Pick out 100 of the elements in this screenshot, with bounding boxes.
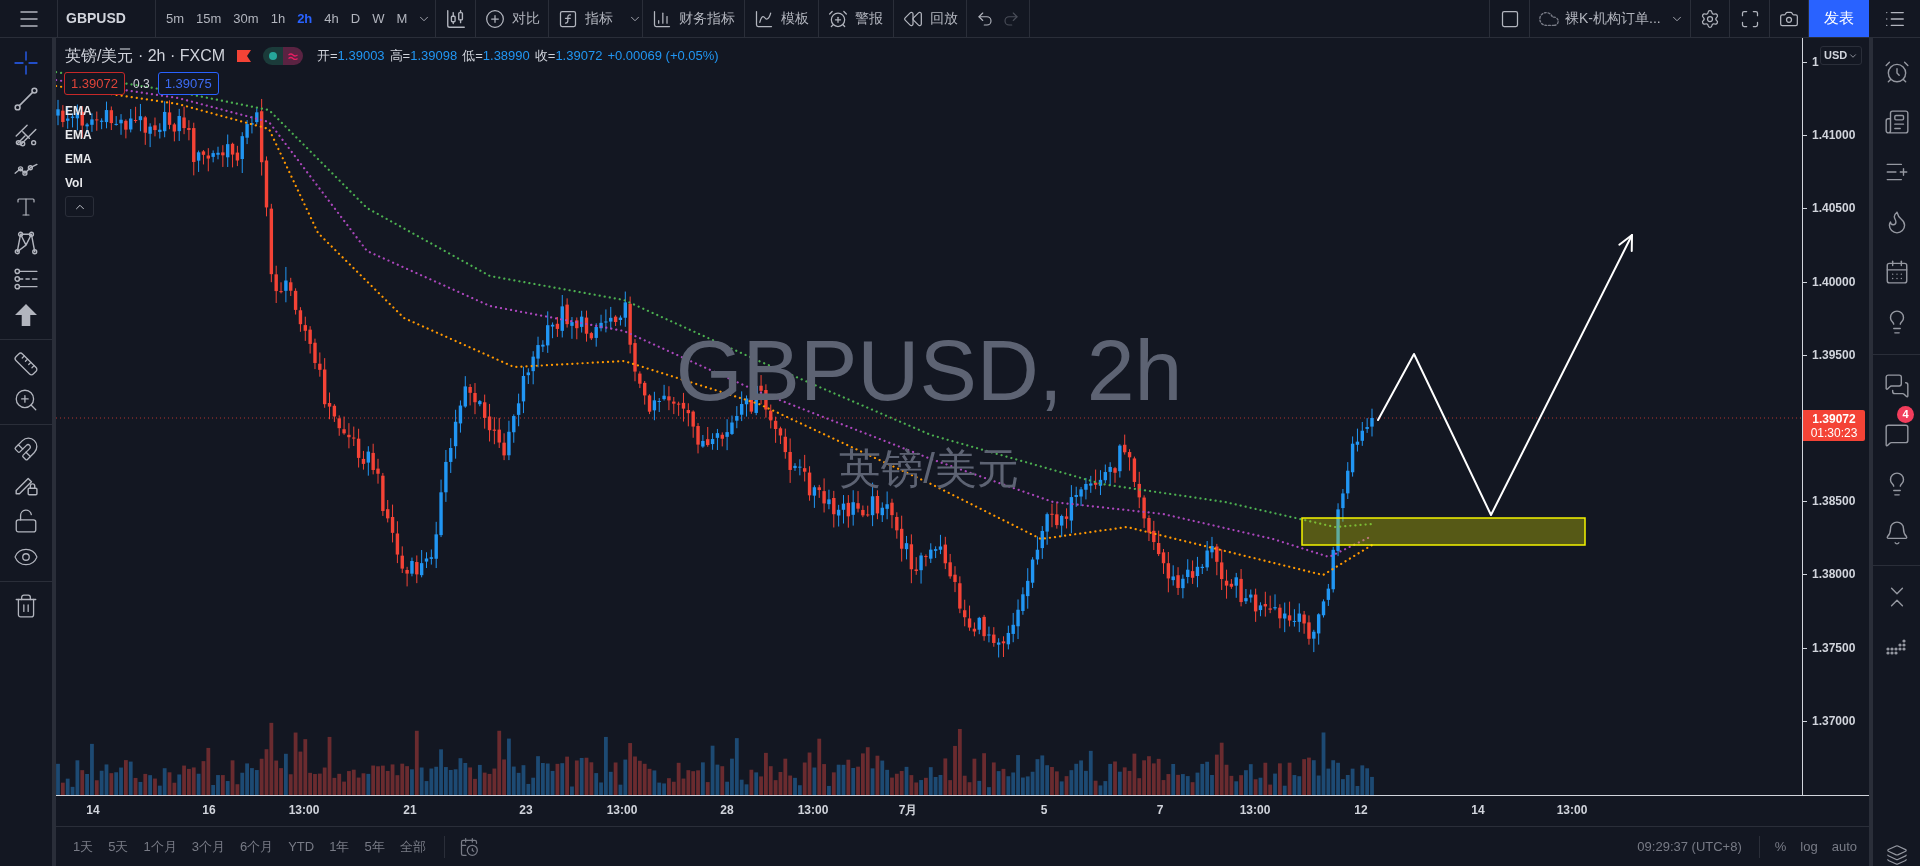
spread-value: 0.3 xyxy=(133,75,150,93)
time-tick-label: 13:00 xyxy=(288,803,320,817)
select-button[interactable] xyxy=(1499,8,1520,29)
time-tick-label: 14 xyxy=(86,803,100,817)
time-tick-label: 13:00 xyxy=(1556,803,1588,817)
time-tick-label: 16 xyxy=(202,803,216,817)
alarm-clock-icon xyxy=(1883,59,1910,85)
time-tick-label: 13:00 xyxy=(1239,803,1271,817)
range-button[interactable]: YTD xyxy=(281,836,322,857)
toolbar-button[interactable]: 模板 xyxy=(745,0,819,37)
go-to-date-button[interactable] xyxy=(458,836,479,857)
notification-badge: 4 xyxy=(1897,406,1914,423)
layers-icon xyxy=(1885,844,1908,866)
last-price: 1.39072 xyxy=(1812,411,1856,426)
symbol-button[interactable]: GBPUSD xyxy=(66,8,126,29)
plus-circle-icon xyxy=(485,8,505,29)
scale-option-button[interactable]: auto xyxy=(1824,836,1864,857)
time-tick-label: 21 xyxy=(403,803,417,817)
time-tick-label: 28 xyxy=(720,803,734,817)
flag-icon xyxy=(237,50,251,62)
levels-icon xyxy=(14,267,38,291)
interval-tab[interactable]: W xyxy=(366,8,391,29)
clock-text: 09:29:37 (UTC+8) xyxy=(1637,837,1742,856)
interval-tab[interactable]: M xyxy=(390,8,414,29)
range-button[interactable]: 1个月 xyxy=(136,836,184,857)
undo-icon xyxy=(976,9,994,28)
history-button[interactable] xyxy=(976,9,994,28)
indicator-label: EMA xyxy=(65,151,92,168)
range-button[interactable]: 5天 xyxy=(101,836,136,857)
interval-tab[interactable]: 1h xyxy=(264,8,292,29)
layout-button[interactable]: 裸K-机构订单... xyxy=(1530,0,1691,37)
ohlc-label: 开= xyxy=(317,47,338,66)
unlock-icon xyxy=(13,508,39,534)
interval-tab[interactable]: 4h xyxy=(318,8,345,29)
time-tick-label: 13:00 xyxy=(606,803,638,817)
toolbar-button[interactable]: 财务指标 xyxy=(643,0,745,37)
price-tick-label: 1.37000 xyxy=(1812,714,1856,728)
symbol-title: 英镑/美元 · 2h · FXCM xyxy=(65,46,225,66)
price-tick-label: 1.40500 xyxy=(1812,201,1856,215)
range-button[interactable]: 1天 xyxy=(66,836,101,857)
sell-price-button[interactable]: 1.39072 xyxy=(64,72,125,95)
ohlc-value: 1.38990 xyxy=(482,47,530,66)
scale-option-button[interactable]: log xyxy=(1793,836,1825,857)
dot-grid-icon xyxy=(1885,639,1908,655)
toolbar-button[interactable]: 对比 xyxy=(476,0,549,37)
settings-icon xyxy=(1700,8,1720,29)
ohlc-label: 高= xyxy=(389,47,411,66)
function-icon xyxy=(558,8,578,29)
time-tick-label: 7 xyxy=(1156,803,1164,817)
line-chart-icon xyxy=(754,8,774,29)
interval-tab[interactable]: 5m xyxy=(160,8,191,29)
interval-tab[interactable]: 30m xyxy=(227,8,265,29)
toolbar-button[interactable]: 指标 xyxy=(549,0,643,37)
ruler-icon xyxy=(13,351,39,377)
redo-icon xyxy=(1002,9,1020,28)
time-tick-label: 14 xyxy=(1471,803,1485,817)
chat-bubbles-icon xyxy=(1883,372,1910,399)
price-change: +0.00069 (+0.05%) xyxy=(607,47,719,66)
price-tick-label: 1.38000 xyxy=(1812,567,1856,581)
range-button[interactable]: 1年 xyxy=(322,836,357,857)
indicator-label: Vol xyxy=(65,175,83,192)
calendar-icon xyxy=(458,836,479,857)
scale-option-button[interactable]: % xyxy=(1767,836,1794,857)
settings-button[interactable] xyxy=(1700,8,1720,29)
publish-button[interactable]: 发表 xyxy=(1809,0,1869,37)
interval-tab[interactable]: 15m xyxy=(190,8,228,29)
ohlc-value: 1.39003 xyxy=(337,47,385,66)
square-icon xyxy=(1499,8,1520,29)
toolbar-button[interactable]: 警报 xyxy=(819,0,894,37)
parallel-lines-icon xyxy=(14,123,38,147)
time-tick-label: 5 xyxy=(1040,803,1048,817)
range-button[interactable]: 6个月 xyxy=(232,836,281,857)
indicator-label: EMA xyxy=(65,127,92,144)
interval-tab[interactable]: 2h xyxy=(291,8,319,29)
zoom-in-icon xyxy=(13,387,39,413)
price-tick-label: 1.41000 xyxy=(1812,128,1856,142)
interval-tab[interactable]: D xyxy=(344,8,367,29)
time-tick-label: 7月 xyxy=(898,803,918,817)
toolbar-button[interactable]: 回放 xyxy=(894,0,967,37)
range-button[interactable]: 3个月 xyxy=(184,836,232,857)
newspaper-icon xyxy=(1883,109,1910,135)
price-tick-label: 1.40000 xyxy=(1812,275,1856,289)
range-button[interactable]: 全部 xyxy=(392,836,433,857)
buy-price-button[interactable]: 1.39075 xyxy=(157,72,219,95)
time-tick-label: 13:00 xyxy=(797,803,829,817)
trash-icon xyxy=(13,593,39,619)
candlestick-icon xyxy=(444,7,467,30)
currency-button[interactable]: USD xyxy=(1820,46,1863,65)
chart-type-button[interactable] xyxy=(444,7,467,30)
status-dot-icon xyxy=(269,52,277,60)
time-tick-label: 23 xyxy=(519,803,533,817)
ohlc-value: 1.39072 xyxy=(555,47,603,66)
sidebar-button[interactable] xyxy=(1885,844,1908,866)
price-tick-label: 1.39500 xyxy=(1812,348,1856,362)
quick-trade-toggle[interactable] xyxy=(263,47,303,65)
range-button[interactable]: 5年 xyxy=(357,836,392,857)
price-tick-label: 1 xyxy=(1812,55,1819,69)
fullscreen-button[interactable] xyxy=(1739,8,1760,29)
countdown-timer: 01:30:23 xyxy=(1810,425,1858,440)
pattern-icon xyxy=(14,231,38,255)
